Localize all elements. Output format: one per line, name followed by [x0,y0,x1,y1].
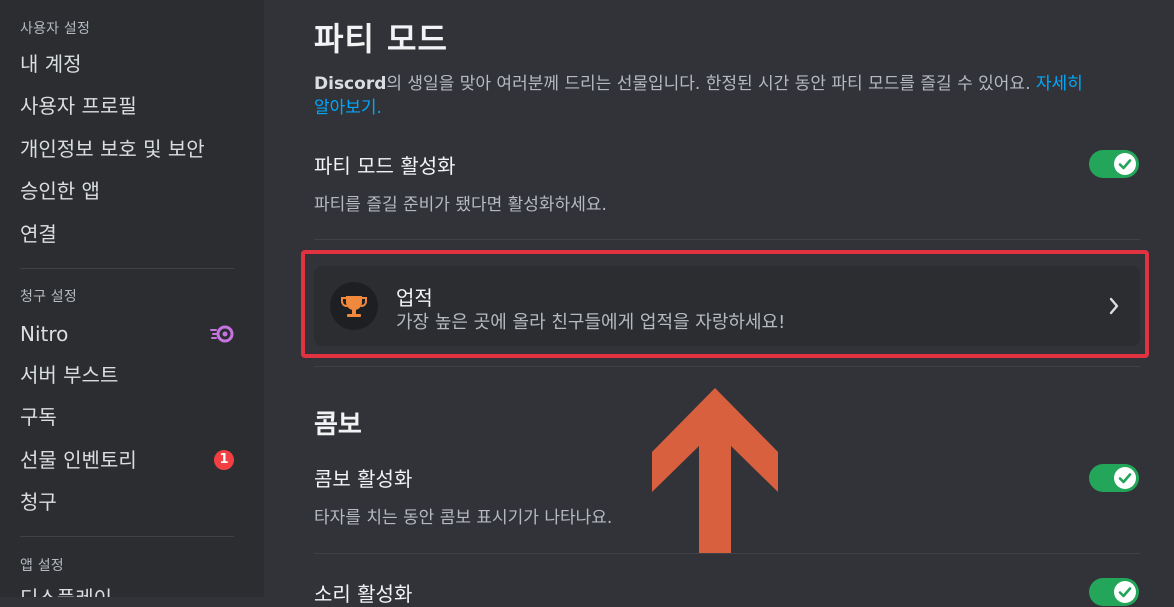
brand-name: Discord [314,74,387,94]
party-mode-description: Discord의 생일을 맞아 여러분께 드리는 선물입니다. 한정된 시간 동… [314,72,1154,120]
sound-toggle[interactable] [1089,578,1139,606]
sidebar-item-connections[interactable]: 연결 [20,220,234,248]
combo-toggle[interactable] [1089,464,1139,492]
highlight-box [301,250,1149,358]
check-icon [1118,159,1132,170]
page-title: 파티 모드 [314,20,448,58]
sidebar-item-server-boost[interactable]: 서버 부스트 [20,361,234,389]
sidebar-item-billing[interactable]: 청구 [20,488,234,516]
sound-toggle-title: 소리 활성화 [314,582,413,606]
toggle-knob [1114,153,1136,175]
sidebar-item-label: Nitro [20,322,69,346]
nitro-icon [210,325,234,343]
sidebar-item-my-account[interactable]: 내 계정 [20,50,234,78]
combo-section-title: 콤보 [314,410,362,440]
settings-content: 파티 모드 Discord의 생일을 맞아 여러분께 드리는 선물입니다. 한정… [264,0,1174,606]
sidebar-item-nitro[interactable]: Nitro [20,320,234,348]
party-mode-toggle[interactable] [1089,150,1139,178]
learn-more-link-part2[interactable]: 알아보기. [314,98,382,118]
divider [314,366,1140,367]
description-text: 의 생일을 맞아 여러분께 드리는 선물입니다. 한정된 시간 동안 파티 모드… [386,74,1031,94]
sidebar-item-label: 선물 인벤토리 [20,448,137,472]
user-settings-header: 사용자 설정 [20,21,91,37]
annotation-arrow-up-icon [652,388,778,553]
divider [314,553,1140,554]
party-mode-toggle-title: 파티 모드 활성화 [314,154,456,178]
combo-toggle-description: 타자를 치는 동안 콤보 표시기가 나타나요. [314,508,613,528]
party-mode-toggle-description: 파티를 즐길 준비가 됐다면 활성화하세요. [314,195,607,215]
toggle-knob [1114,581,1136,603]
learn-more-link-part1[interactable]: 자세히 [1036,74,1083,94]
sidebar-divider [20,536,234,537]
sidebar-item-privacy-safety[interactable]: 개인정보 보호 및 보안 [20,135,234,163]
settings-sidebar: 사용자 설정 내 계정 사용자 프로필 개인정보 보호 및 보안 승인한 앱 연… [0,0,264,597]
sidebar-item-user-profile[interactable]: 사용자 프로필 [20,92,234,120]
app-settings-header: 앱 설정 [20,558,64,574]
divider [314,239,1140,240]
billing-settings-header: 청구 설정 [20,289,77,305]
combo-toggle-title: 콤보 활성화 [314,467,413,491]
sidebar-item-authorized-apps[interactable]: 승인한 앱 [20,177,234,205]
sidebar-divider [20,268,234,269]
notification-badge: 1 [214,450,234,470]
sidebar-item-subscriptions[interactable]: 구독 [20,403,234,431]
check-icon [1118,473,1132,484]
toggle-knob [1114,467,1136,489]
sidebar-item-gift-inventory[interactable]: 선물 인벤토리 1 [20,446,234,474]
sidebar-item-display[interactable]: 디스플레이 [20,584,234,597]
